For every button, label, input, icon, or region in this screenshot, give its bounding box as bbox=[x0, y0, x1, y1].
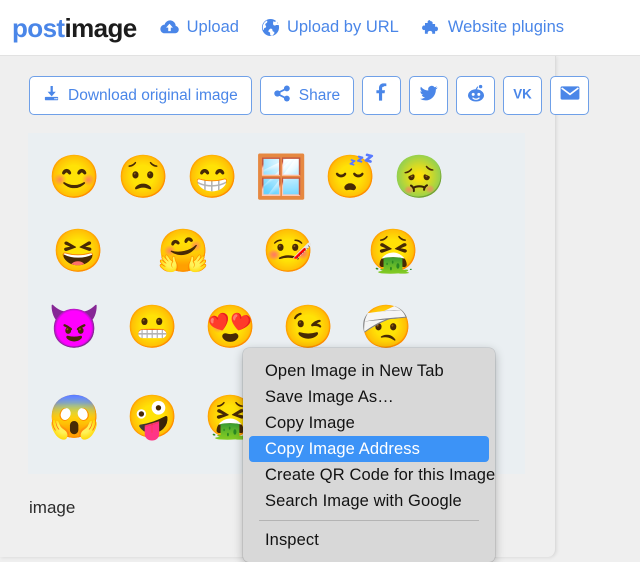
site-logo[interactable]: postimage bbox=[12, 15, 137, 41]
nav-item-website-plugins[interactable]: Website plugins bbox=[421, 18, 564, 37]
image-context-menu[interactable]: Open Image in New Tab Save Image As… Copy … bbox=[243, 348, 495, 562]
emoji-row: 😱 🤪 🤮 bbox=[48, 391, 256, 443]
menu-item-save-image-as[interactable]: Save Image As… bbox=[249, 384, 489, 410]
envelope-icon bbox=[560, 85, 580, 106]
site-header: postimage Upload Upload by URL Website p… bbox=[0, 0, 640, 56]
emoji-image[interactable]: 😉 bbox=[282, 301, 334, 353]
emoji-image[interactable]: 😁 bbox=[186, 151, 238, 203]
emoji-image[interactable]: 🤒 bbox=[262, 225, 314, 277]
emoji-image[interactable]: 🤢 bbox=[393, 151, 445, 203]
share-facebook-button[interactable] bbox=[362, 76, 402, 115]
download-original-image-button[interactable]: Download original image bbox=[29, 76, 252, 115]
facebook-icon bbox=[372, 83, 392, 108]
logo-text-post: post bbox=[12, 12, 65, 43]
download-icon bbox=[43, 85, 60, 107]
emoji-image[interactable]: 🤮 bbox=[367, 225, 419, 277]
emoji-image[interactable]: 🤗 bbox=[157, 225, 209, 277]
emoji-image[interactable]: 😱 bbox=[48, 391, 100, 443]
menu-item-copy-image[interactable]: Copy Image bbox=[249, 410, 489, 436]
menu-item-inspect[interactable]: Inspect bbox=[249, 527, 489, 553]
nav-item-upload[interactable]: Upload bbox=[159, 18, 239, 37]
emoji-image[interactable]: 😟 bbox=[117, 151, 169, 203]
emoji-row: 😊 😟 😁 🪟 😴 🤢 bbox=[48, 151, 445, 203]
share-button-label: Share bbox=[298, 86, 341, 104]
emoji-image[interactable]: 🤪 bbox=[126, 391, 178, 443]
image-caption: image bbox=[29, 498, 76, 517]
emoji-row: 😆 🤗 🤒 🤮 bbox=[52, 225, 419, 277]
vk-icon: VK bbox=[512, 83, 533, 109]
logo-text-image: image bbox=[64, 12, 137, 43]
menu-separator bbox=[259, 520, 479, 521]
emoji-image[interactable]: 😴 bbox=[324, 151, 376, 203]
main-nav: Upload Upload by URL Website plugins bbox=[159, 18, 564, 37]
menu-item-copy-image-address[interactable]: Copy Image Address bbox=[249, 436, 489, 462]
reddit-icon bbox=[466, 83, 486, 108]
cloud-upload-icon bbox=[159, 19, 180, 36]
nav-label-website-plugins: Website plugins bbox=[447, 18, 565, 36]
nav-label-upload: Upload bbox=[186, 18, 239, 36]
menu-item-create-qr-code-for-this-image[interactable]: Create QR Code for this Image bbox=[249, 462, 495, 488]
emoji-image[interactable]: 🤕 bbox=[360, 301, 412, 353]
globe-icon bbox=[261, 18, 280, 37]
emoji-image[interactable]: 😆 bbox=[52, 225, 104, 277]
emoji-image[interactable]: 😊 bbox=[48, 151, 100, 203]
emoji-image[interactable]: 😬 bbox=[126, 301, 178, 353]
image-action-toolbar: Download original image Share VK bbox=[29, 76, 590, 115]
nav-item-upload-by-url[interactable]: Upload by URL bbox=[261, 18, 399, 37]
menu-item-search-image-with-google[interactable]: Search Image with Google bbox=[249, 488, 489, 514]
svg-text:VK: VK bbox=[513, 86, 532, 101]
download-button-label: Download original image bbox=[68, 86, 238, 104]
share-button[interactable]: Share bbox=[259, 76, 355, 115]
menu-item-open-image-in-new-tab[interactable]: Open Image in New Tab bbox=[249, 358, 489, 384]
share-nodes-icon bbox=[274, 84, 291, 107]
puzzle-piece-icon bbox=[421, 19, 441, 37]
share-email-button[interactable] bbox=[550, 76, 590, 115]
emoji-image[interactable]: 😍 bbox=[204, 301, 256, 353]
share-vk-button[interactable]: VK bbox=[503, 76, 543, 115]
twitter-bird-icon bbox=[419, 83, 439, 108]
emoji-row: 😈 😬 😍 😉 🤕 bbox=[48, 301, 412, 353]
emoji-image[interactable]: 😈 bbox=[48, 301, 100, 353]
share-reddit-button[interactable] bbox=[456, 76, 496, 115]
emoji-image[interactable]: 🪟 bbox=[255, 151, 307, 203]
nav-label-upload-by-url: Upload by URL bbox=[286, 18, 399, 36]
share-twitter-button[interactable] bbox=[409, 76, 449, 115]
